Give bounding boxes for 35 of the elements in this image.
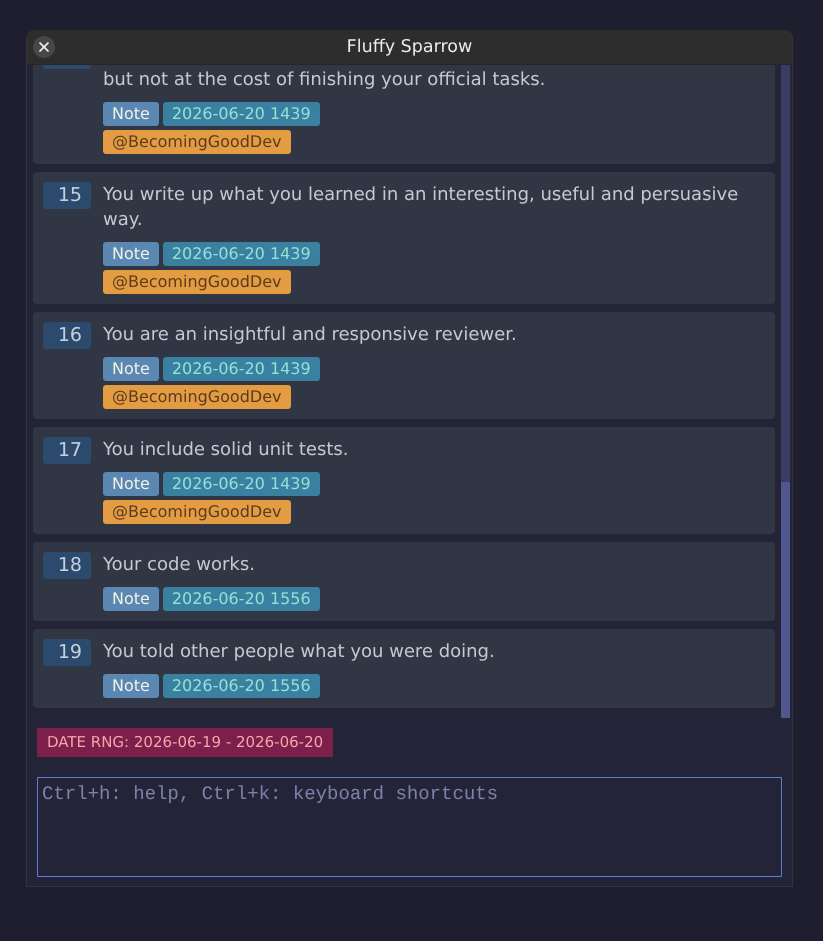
type-tag: Note: [103, 242, 159, 266]
entry-text: You include solid unit tests.: [103, 438, 348, 462]
entry-text: You are an insightful and responsive reviewer.: [103, 323, 517, 347]
type-tag: Note: [103, 674, 159, 698]
index-badge: [43, 65, 91, 69]
type-tag: Note: [103, 102, 159, 126]
close-icon: [39, 42, 49, 52]
mention-tag: @BecomingGoodDev: [103, 130, 290, 154]
command-input[interactable]: Ctrl+h: help, Ctrl+k: keyboard shortcuts: [37, 777, 782, 877]
scrollbar[interactable]: [781, 65, 790, 718]
entry-text: Your code works.: [103, 553, 255, 577]
mention-tag: @BecomingGoodDev: [103, 270, 290, 294]
window-title: Fluffy Sparrow: [346, 37, 472, 57]
index-badge: 18: [43, 552, 91, 579]
type-tag: Note: [103, 472, 159, 496]
date-tag: 2026-06-20 1439: [162, 472, 320, 496]
entry-text: You told other people what you were doing.: [103, 640, 495, 664]
index-badge: 15: [43, 182, 91, 209]
type-tag: Note: [103, 357, 159, 381]
index-badge: 16: [43, 322, 91, 349]
index-badge: 17: [43, 437, 91, 464]
date-tag: 2026-06-20 1439: [162, 102, 320, 126]
scrollbar-thumb[interactable]: [781, 482, 790, 718]
type-tag: Note: [103, 587, 159, 611]
close-button[interactable]: [33, 36, 55, 58]
date-range-filter: DATE RNG: 2026-06-19 - 2026-06-20: [37, 728, 334, 757]
date-tag: 2026-06-20 1439: [162, 357, 320, 381]
date-tag: 2026-06-20 1556: [162, 674, 320, 698]
mention-tag: @BecomingGoodDev: [103, 500, 290, 524]
date-tag: 2026-06-20 1439: [162, 242, 320, 266]
mention-tag: @BecomingGoodDev: [103, 385, 290, 409]
date-tag: 2026-06-20 1556: [162, 587, 320, 611]
entry-text: You write up what you learned in an interesting, useful and persuasive way.: [103, 183, 740, 232]
index-badge: 19: [43, 639, 91, 666]
entry-text: but not at the cost of finishing your official tasks.: [103, 68, 546, 92]
